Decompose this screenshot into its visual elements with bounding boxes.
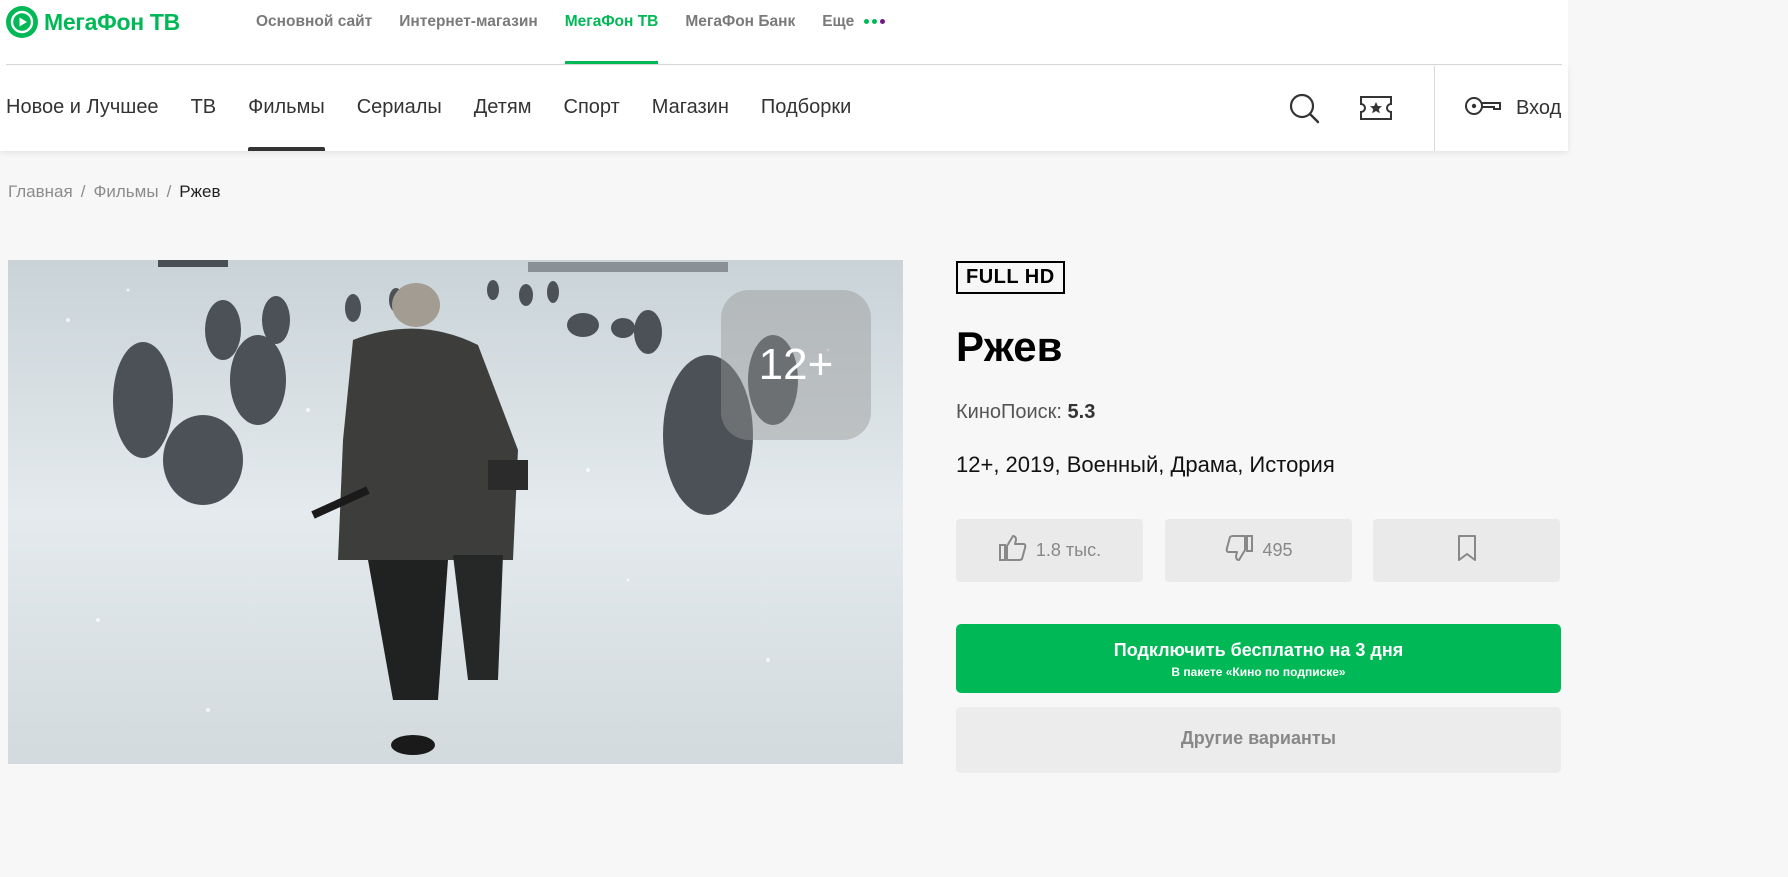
top-nav-more-label: Еще [822, 13, 855, 30]
subscribe-free-button[interactable]: Подключить бесплатно на 3 дня В пакете «… [956, 624, 1561, 693]
top-bar: МегаФон ТВ Основной сайт Интернет-магази… [0, 0, 1568, 66]
megafon-tv-logo[interactable]: МегаФон ТВ [6, 6, 180, 38]
key-icon [1464, 94, 1502, 123]
rating-source: КиноПоиск: [956, 401, 1062, 423]
like-count: 1.8 тыс. [1035, 540, 1102, 560]
like-button[interactable]: 1.8 тыс. [956, 519, 1143, 582]
movie-title: Ржев [956, 323, 1063, 370]
main-nav-shop[interactable]: Магазин [652, 66, 729, 151]
top-nav-megafon-bank[interactable]: МегаФон Банк [685, 0, 795, 64]
breadcrumb-home[interactable]: Главная [8, 182, 73, 202]
breadcrumb-separator: / [80, 182, 86, 201]
breadcrumb-movies[interactable]: Фильмы [93, 182, 158, 202]
main-nav-sport[interactable]: Спорт [564, 66, 620, 151]
main-nav-tv[interactable]: ТВ [191, 66, 217, 151]
login-button[interactable]: Вход [1464, 94, 1561, 123]
top-bar-divider [6, 64, 1562, 65]
main-nav-collections[interactable]: Подборки [761, 66, 851, 151]
search-icon[interactable] [1286, 90, 1322, 126]
movie-poster[interactable]: 12+ [8, 260, 903, 764]
poster-age-rating: 12+ [721, 290, 871, 440]
dislike-count: 495 [1262, 540, 1293, 560]
thumbs-up-icon [998, 533, 1028, 568]
other-options-button[interactable]: Другие варианты [956, 707, 1561, 773]
quality-badge: FULL HD [956, 261, 1065, 294]
movie-meta: 12+, 2019, Военный, Драма, История [956, 452, 1335, 477]
top-nav-more[interactable]: Еще [822, 0, 885, 64]
login-label: Вход [1516, 97, 1562, 119]
nav-divider [1434, 66, 1435, 151]
rating: КиноПоиск: 5.3 [956, 401, 1095, 424]
main-bar: Новое и Лучшее ТВ Фильмы Сериалы Детям С… [0, 66, 1568, 151]
subscribe-package-label: В пакете «Кино по подписке» [1171, 665, 1346, 679]
top-nav-megafon-tv[interactable]: МегаФон ТВ [564, 0, 658, 64]
breadcrumb-separator: / [166, 182, 172, 201]
subscribe-free-label: Подключить бесплатно на 3 дня [1113, 640, 1404, 660]
ticket-star-icon[interactable] [1358, 90, 1394, 126]
breadcrumb: Главная / Фильмы / Ржев [8, 182, 221, 202]
main-nav-movies[interactable]: Фильмы [248, 66, 325, 151]
rating-value: 5.3 [1067, 401, 1096, 423]
logo-text: МегаФон ТВ [44, 8, 180, 35]
top-nav-main-site[interactable]: Основной сайт [256, 0, 372, 64]
top-nav-online-shop[interactable]: Интернет-магазин [399, 0, 537, 64]
main-nav: Новое и Лучшее ТВ Фильмы Сериалы Детям С… [6, 66, 883, 151]
more-dots-icon [863, 19, 885, 25]
main-nav-series[interactable]: Сериалы [357, 66, 442, 151]
main-nav-kids[interactable]: Детям [474, 66, 532, 151]
dislike-button[interactable]: 495 [1165, 519, 1352, 582]
bookmark-icon [1455, 534, 1479, 567]
top-nav: Основной сайт Интернет-магазин МегаФон Т… [256, 0, 912, 64]
breadcrumb-current: Ржев [179, 182, 221, 201]
play-icon [6, 6, 38, 38]
thumbs-down-icon [1224, 533, 1254, 568]
bookmark-button[interactable] [1373, 519, 1560, 582]
main-nav-new-and-best[interactable]: Новое и Лучшее [6, 66, 159, 151]
